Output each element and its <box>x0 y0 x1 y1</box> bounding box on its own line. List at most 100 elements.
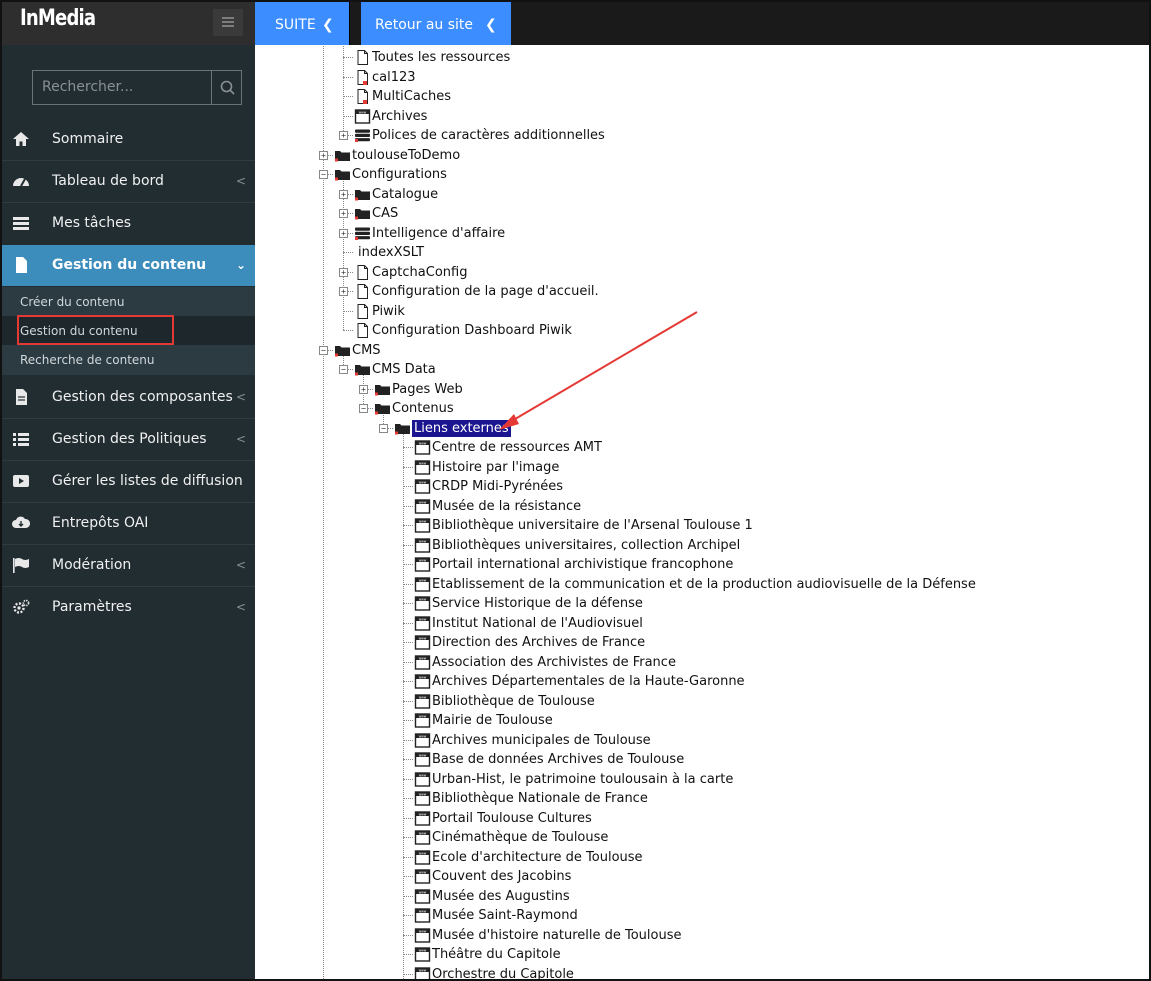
tree-node-label[interactable]: Base de données Archives de Toulouse <box>432 751 684 768</box>
tree-node-label[interactable]: cal123 <box>372 69 416 86</box>
tree-node-label[interactable]: Centre de ressources AMT <box>432 439 602 456</box>
tree-node-label[interactable]: Portail Toulouse Cultures <box>432 810 592 827</box>
tree-connector <box>343 57 353 58</box>
tree-node-label[interactable]: Intelligence d'affaire <box>372 225 505 242</box>
tree-node-label[interactable]: Pages Web <box>392 381 463 398</box>
tree-node-label[interactable]: Direction des Archives de France <box>432 634 645 651</box>
expand-icon[interactable]: + <box>339 189 348 199</box>
tree-node-label[interactable]: Musée des Augustins <box>432 888 570 905</box>
tree-node-label[interactable]: Orchestre du Capitole <box>432 966 574 981</box>
tree-node-label[interactable]: Cinémathèque de Toulouse <box>432 829 608 846</box>
tree-node-label[interactable]: Bibliothèque de Toulouse <box>432 693 595 710</box>
chevron-left-icon: < <box>236 600 247 614</box>
tree-node-label[interactable]: Ecole d'architecture de Toulouse <box>432 849 643 866</box>
expand-icon[interactable]: + <box>359 384 368 394</box>
tree-node-label[interactable]: Bibliothèque Nationale de France <box>432 790 648 807</box>
search-icon[interactable] <box>219 79 237 97</box>
tree-node-label[interactable]: Archives municipales de Toulouse <box>432 732 651 749</box>
www-icon: www <box>414 478 431 495</box>
collapse-icon[interactable]: − <box>379 423 388 433</box>
tree-node-label[interactable]: Urban-Hist, le patrimoine toulousain à l… <box>432 771 733 788</box>
tree-node-label[interactable]: CMS <box>352 342 381 359</box>
www-icon: www <box>414 498 431 515</box>
tree-node-label[interactable]: Bibliothèques universitaires, collection… <box>432 537 740 554</box>
tree-node-label[interactable]: CaptchaConfig <box>372 264 467 281</box>
svg-text:www: www <box>419 675 427 679</box>
tree-node-label[interactable]: MultiCaches <box>372 88 451 105</box>
tree-node-label[interactable]: Musée d'histoire naturelle de Toulouse <box>432 927 682 944</box>
tree-node-label[interactable]: CRDP Midi-Pyrénées <box>432 478 563 495</box>
expand-icon[interactable]: + <box>339 131 348 140</box>
tree-connector <box>403 525 413 526</box>
brand-logo[interactable]: InMedia <box>20 6 96 31</box>
sidebar-item-gestion-des-politiques[interactable]: Gestion des Politiques < <box>0 419 255 460</box>
sidebar-item-listes-de-diffusion[interactable]: Gérer les listes de diffusion <box>0 461 255 502</box>
tree-node-label[interactable]: Histoire par l'image <box>432 459 559 476</box>
tree-node-label[interactable]: Configuration Dashboard Piwik <box>372 322 572 339</box>
www-icon: www <box>414 693 431 710</box>
collapse-icon[interactable]: − <box>339 365 348 374</box>
expand-icon[interactable]: + <box>339 267 348 277</box>
sidebar-item-sommaire[interactable]: Sommaire <box>0 119 255 160</box>
tree-node-label[interactable]: Etablissement de la communication et de … <box>432 576 976 593</box>
tree-node-label[interactable]: Mairie de Toulouse <box>432 712 553 729</box>
tree-node-label[interactable]: CAS <box>372 205 398 222</box>
tree-node-label[interactable]: Service Historique de la défense <box>432 595 643 612</box>
tree-node-label[interactable]: Archives Départementales de la Haute-Gar… <box>432 673 745 690</box>
collapse-icon[interactable]: − <box>359 404 368 413</box>
sidebar-item-gestion-des-composantes[interactable]: Gestion des composantes < <box>0 377 255 418</box>
tree-node-label[interactable]: Portail international archivistique fran… <box>432 556 733 573</box>
expand-icon[interactable]: + <box>339 228 348 238</box>
suite-button[interactable]: SUITE ❮ <box>255 0 349 45</box>
folder-icon <box>354 205 371 222</box>
chevron-down-icon: ⌄ <box>236 258 247 272</box>
sidebar-item-mes-taches[interactable]: Mes tâches <box>0 203 255 244</box>
tree-node-label[interactable]: Théâtre du Capitole <box>432 946 561 963</box>
tree-node-label[interactable]: Musée Saint-Raymond <box>432 907 578 924</box>
folder-icon <box>334 166 351 183</box>
expand-icon[interactable]: + <box>339 287 348 296</box>
tree-connector <box>403 837 413 838</box>
tree-node-label[interactable]: Archives <box>372 108 427 125</box>
flag-icon <box>13 558 29 573</box>
tree-guide-line <box>343 177 344 330</box>
tree-node-label[interactable]: Association des Archivistes de France <box>432 654 676 671</box>
svg-text:www: www <box>419 461 427 465</box>
tree-node-label[interactable]: Polices de caractères additionnelles <box>372 127 605 144</box>
www-icon: www <box>414 537 431 554</box>
expand-icon[interactable]: + <box>339 209 348 218</box>
tree-node-label[interactable]: Institut National de l'Audiovisuel <box>432 615 643 632</box>
tree-node-label[interactable]: indexXSLT <box>358 244 424 261</box>
tree-connector <box>403 505 413 507</box>
www-icon: www <box>414 829 431 846</box>
submenu-item-recherche-de-contenu[interactable]: Recherche de contenu <box>0 345 255 374</box>
tree-node-label[interactable]: Piwik <box>372 303 405 320</box>
sidebar-search[interactable]: Rechercher... <box>32 70 242 105</box>
tree-node-label[interactable]: Configurations <box>352 166 447 183</box>
tree-node-label-selected[interactable]: Liens externes <box>412 419 511 437</box>
tree-node-label[interactable]: toulouseToDemo <box>352 147 460 164</box>
tree-node-label[interactable]: Contenus <box>392 400 454 417</box>
sidebar-toggle-button[interactable] <box>213 9 243 36</box>
sidebar-item-parametres[interactable]: Paramètres < <box>0 587 255 628</box>
tree-node-label[interactable]: Toutes les ressources <box>372 49 510 66</box>
collapse-icon[interactable]: − <box>319 345 328 355</box>
tree-node-label[interactable]: Couvent des Jacobins <box>432 868 571 885</box>
tree-node-label[interactable]: Musée de la résistance <box>432 498 581 515</box>
chevron-left-icon: < <box>236 432 247 446</box>
search-input[interactable]: Rechercher... <box>42 79 133 95</box>
tree-connector <box>403 895 413 897</box>
tree-node-label[interactable]: Catalogue <box>372 186 438 203</box>
tree-node-label[interactable]: Configuration de la page d'accueil. <box>372 283 599 300</box>
collapse-icon[interactable]: − <box>319 170 328 179</box>
expand-icon[interactable]: + <box>319 150 328 160</box>
submenu-item-creer-du-contenu[interactable]: Créer du contenu <box>0 287 255 316</box>
tree-node-label[interactable]: Bibliothèque universitaire de l'Arsenal … <box>432 517 753 534</box>
sidebar-item-entrepots-oai[interactable]: Entrepôts OAI <box>0 503 255 544</box>
sidebar-item-tableau-de-bord[interactable]: Tableau de bord < <box>0 161 255 202</box>
retour-au-site-button[interactable]: Retour au site ❮ <box>361 0 511 45</box>
sidebar-item-gestion-du-contenu[interactable]: Gestion du contenu ⌄ <box>0 245 255 286</box>
www-icon: www <box>414 732 431 749</box>
tree-node-label[interactable]: CMS Data <box>372 361 436 378</box>
sidebar-item-moderation[interactable]: Modération < <box>0 545 255 586</box>
